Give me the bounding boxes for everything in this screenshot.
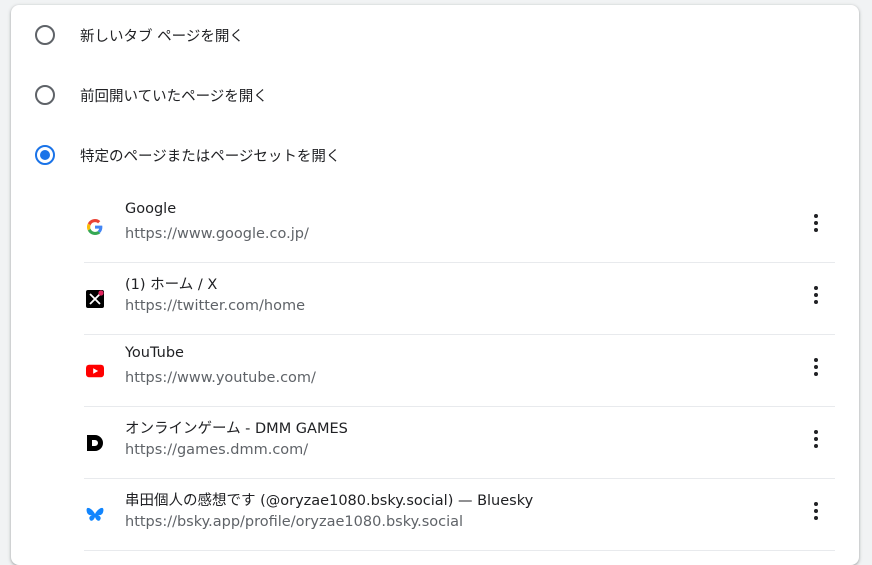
more-actions-button[interactable] (800, 423, 832, 455)
startup-page-row: Google https://www.google.co.jp/ (84, 191, 835, 263)
radio-option-specific-pages[interactable]: 特定のページまたはページセットを開く (11, 125, 859, 185)
more-actions-button[interactable] (800, 279, 832, 311)
more-actions-button[interactable] (800, 207, 832, 239)
google-icon (86, 218, 104, 236)
page-title: YouTube (125, 345, 184, 361)
radio-label: 前回開いていたページを開く (80, 88, 268, 105)
radio-label: 特定のページまたはページセットを開く (80, 148, 341, 165)
page-title: (1) ホーム / X (125, 277, 218, 293)
startup-page-row: (1) ホーム / X https://twitter.com/home (84, 263, 835, 335)
radio-button[interactable] (35, 25, 55, 45)
radio-option-new-tab[interactable]: 新しいタブ ページを開く (11, 5, 859, 65)
page-url: https://bsky.app/profile/oryzae1080.bsky… (125, 514, 464, 530)
startup-page-row: オンラインゲーム - DMM GAMES https://games.dmm.c… (84, 407, 835, 479)
startup-page-row: 串田個人の感想です (@oryzae1080.bsky.social) — Bl… (84, 479, 835, 551)
startup-page-row: YouTube https://www.youtube.com/ (84, 335, 835, 407)
page-url: https://twitter.com/home (125, 298, 306, 314)
radio-label: 新しいタブ ページを開く (80, 28, 244, 45)
x-icon (86, 290, 104, 308)
page-url: https://www.google.co.jp/ (125, 226, 309, 242)
startup-settings-card: 新しいタブ ページを開く 前回開いていたページを開く 特定のページまたはページセ… (11, 5, 859, 565)
more-actions-button[interactable] (800, 495, 832, 527)
page-title: オンラインゲーム - DMM GAMES (125, 421, 348, 437)
page-url: https://www.youtube.com/ (125, 370, 316, 386)
radio-button[interactable] (35, 85, 55, 105)
page-title: Google (125, 201, 177, 217)
bluesky-icon (86, 506, 104, 524)
more-actions-button[interactable] (800, 351, 832, 383)
radio-option-continue[interactable]: 前回開いていたページを開く (11, 65, 859, 125)
startup-pages-list: Google https://www.google.co.jp/ (1) ホーム… (84, 191, 835, 551)
dmm-icon (86, 434, 104, 452)
youtube-icon (86, 362, 104, 380)
page-url: https://games.dmm.com/ (125, 442, 309, 458)
page-title: 串田個人の感想です (@oryzae1080.bsky.social) — Bl… (125, 493, 534, 509)
radio-button-checked[interactable] (35, 145, 55, 165)
